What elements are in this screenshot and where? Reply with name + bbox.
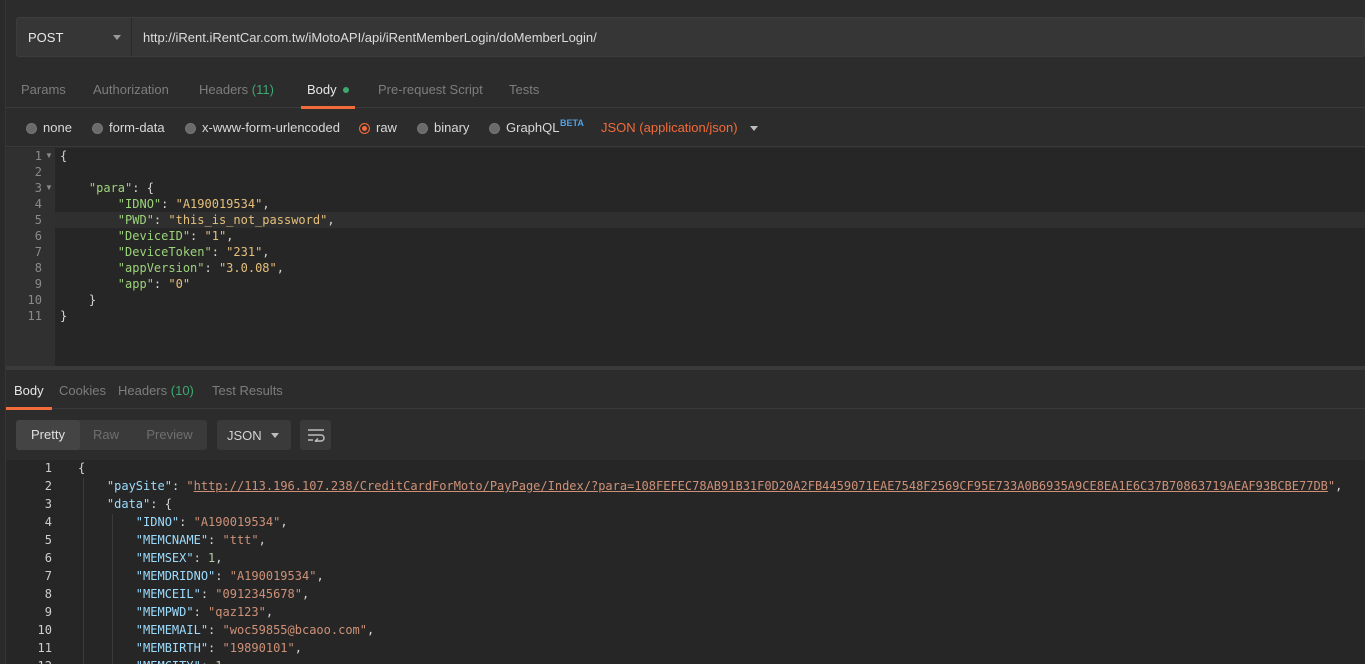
code-line: "MEMDRIDNO": "A190019534", [135, 569, 324, 583]
code-line: "MEMEMAIL": "woc59855@bcaoo.com", [135, 623, 375, 637]
line-number: 6 [44, 551, 52, 565]
line-number: 8 [34, 261, 42, 275]
http-method-label: POST [28, 29, 64, 45]
code-line: "paySite": "http://113.196.107.238/Credi… [106, 479, 1343, 493]
radio-button-icon [185, 123, 196, 134]
http-method-select[interactable]: POST [17, 18, 132, 56]
line-number: 1 [34, 149, 42, 163]
radio-form-data[interactable]: form-data [92, 109, 165, 147]
code-line: "app": "0" [117, 277, 191, 291]
content-type-dropdown[interactable]: JSON (application/json) [601, 109, 758, 147]
tab-pre-request-script[interactable]: Pre-request Script [378, 72, 483, 108]
tab-authorization[interactable]: Authorization [93, 72, 169, 108]
chevron-down-icon [271, 432, 279, 438]
radio-x-www-form-urlencoded[interactable]: x-www-form-urlencoded [185, 109, 340, 147]
format-label: JSON [227, 427, 262, 443]
line-number: 4 [44, 515, 52, 529]
radio-binary[interactable]: binary [417, 109, 469, 147]
line-number: 6 [34, 229, 42, 243]
headers-count: (11) [251, 82, 274, 97]
code-line: "PWD": "this_is_not_password", [117, 213, 335, 227]
radio-button-icon [92, 123, 103, 134]
code-line: "para": { [88, 181, 154, 195]
code-line: "appVersion": "3.0.08", [117, 261, 284, 275]
code-line: "IDNO": "A190019534", [117, 197, 270, 211]
chevron-down-icon [113, 34, 121, 40]
chevron-down-icon [749, 126, 758, 132]
view-preview-button[interactable]: Preview [132, 420, 207, 450]
code-line: "MEMBIRTH": "19890101", [135, 641, 302, 655]
code-line: "data": { [106, 497, 172, 511]
line-number: 9 [34, 277, 42, 291]
response-body-viewer[interactable]: 123456789101112 { "paySite": "http://113… [6, 460, 1365, 664]
wrap-lines-icon [307, 429, 325, 442]
tab-cookies[interactable]: Cookies [59, 372, 106, 409]
response-tabs: Body Cookies Headers (10) Test Results [6, 372, 1365, 410]
request-url-bar: POST http://iRent.iRentCar.com.tw/iMotoA… [16, 17, 1365, 57]
pane-resize-divider[interactable] [6, 366, 1365, 370]
fold-arrow-icon[interactable]: ▼ [45, 151, 53, 160]
line-number: 8 [44, 587, 52, 601]
tab-response-body[interactable]: Body [6, 372, 52, 410]
line-number: 11 [37, 641, 52, 655]
line-number: 12 [6, 659, 52, 664]
wrap-lines-button[interactable] [300, 420, 331, 450]
fold-arrow-icon[interactable]: ▼ [45, 183, 53, 192]
radio-button-icon [26, 123, 37, 134]
format-select[interactable]: JSON [217, 420, 291, 450]
url-input[interactable]: http://iRent.iRentCar.com.tw/iMotoAPI/ap… [132, 30, 597, 45]
line-number: 4 [34, 197, 42, 211]
body-type-selector: none form-data x-www-form-urlencoded raw… [6, 109, 1365, 147]
code-line: "IDNO": "A190019534", [135, 515, 288, 529]
code-line: "MEMCNAME": "ttt", [135, 533, 266, 547]
tab-body[interactable]: Body [301, 72, 355, 109]
line-number: 9 [44, 605, 52, 619]
response-line-gutter: 123456789101112 [6, 460, 66, 664]
line-number: 11 [27, 309, 42, 323]
line-number: 10 [27, 293, 42, 307]
line-number: 7 [44, 569, 52, 583]
code-line: } [60, 309, 68, 323]
radio-button-icon [417, 123, 428, 134]
radio-button-icon [489, 123, 500, 134]
code-line: "DeviceID": "1", [117, 229, 234, 243]
line-number: 10 [37, 623, 52, 637]
radio-selected-icon [359, 123, 370, 134]
request-body-editor[interactable]: 1 2 3 4 5 6 7 8 9 10 11 ▼ ▼ { "para": { "IDNO": "A19… [6, 148, 1365, 366]
body-indicator-dot [342, 86, 349, 93]
radio-none[interactable]: none [26, 109, 72, 147]
line-number: 1 [44, 461, 52, 475]
response-headers-count: (10) [170, 383, 194, 398]
request-line-gutter: 1 2 3 4 5 6 7 8 9 10 11 ▼ ▼ [6, 148, 55, 366]
view-pretty-button[interactable]: Pretty [16, 420, 80, 450]
code-line: "MEMPWD": "qaz123", [135, 605, 274, 619]
code-line: } [60, 293, 97, 307]
line-number: 3 [44, 497, 52, 511]
radio-graphql[interactable]: GraphQL [489, 109, 559, 147]
tab-headers[interactable]: Headers (11) [199, 72, 274, 108]
request-tabs: Params Authorization Headers (11) Body P… [6, 72, 1365, 109]
view-mode-segment: Pretty Raw Preview [16, 420, 207, 450]
line-number: 5 [44, 533, 52, 547]
code-line: { [60, 149, 68, 163]
code-line: "MEMCEIL": "0912345678", [135, 587, 310, 601]
line-number: 3 [34, 181, 42, 195]
code-line: "MEMCITY": 1 [78, 659, 223, 664]
code-line: { [78, 461, 86, 475]
line-number: 7 [34, 245, 42, 259]
tab-response-headers[interactable]: Headers (10) [118, 372, 194, 409]
line-number: 5 [34, 213, 42, 227]
line-number: 2 [44, 479, 52, 493]
view-raw-button[interactable]: Raw [80, 420, 132, 450]
beta-badge: BETA [560, 118, 584, 128]
tab-test-results[interactable]: Test Results [212, 372, 283, 409]
code-line: "DeviceToken": "231", [117, 245, 270, 259]
tab-tests[interactable]: Tests [509, 72, 539, 108]
radio-raw[interactable]: raw [359, 109, 397, 147]
code-line: "MEMSEX": 1, [135, 551, 223, 565]
line-number: 2 [34, 165, 42, 179]
tab-params[interactable]: Params [21, 72, 66, 108]
